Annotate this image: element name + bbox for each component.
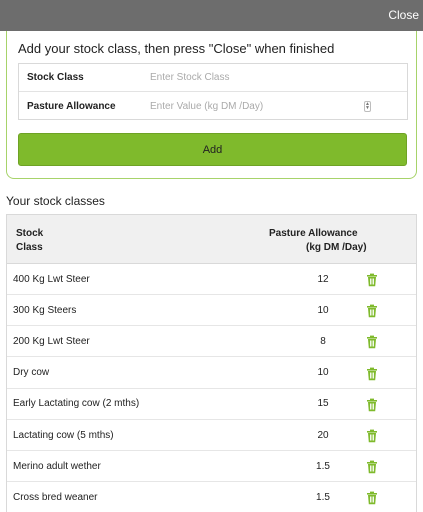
list-item: 200 Kg Lwt Steer 8: [7, 326, 416, 358]
allowance-input[interactable]: [150, 96, 364, 116]
trash-icon[interactable]: [365, 273, 379, 287]
stock-class-name: 400 Kg Lwt Steer: [13, 273, 90, 285]
allowance-label: Pasture Allowance: [27, 100, 116, 112]
header-stock-class-line1: Stock: [16, 228, 44, 239]
trash-icon[interactable]: [365, 335, 379, 349]
list-item: Lactating cow (5 mths) 20: [7, 420, 416, 451]
list-header: Stock Class Pasture Allowance (kg DM /Da…: [7, 215, 416, 264]
trash-icon[interactable]: [365, 304, 379, 318]
stock-class-name: Early Lactating cow (2 mths): [13, 398, 140, 410]
list-item: Cross bred weaner 1.5: [7, 482, 416, 512]
form-table: Stock Class Pasture Allowance ▲ ▼: [18, 63, 408, 120]
pasture-allowance-value: 8: [320, 335, 326, 347]
stock-class-row: Stock Class: [19, 64, 407, 92]
pasture-allowance-value: 15: [317, 398, 329, 410]
trash-icon[interactable]: [365, 491, 379, 505]
header-stock-class: Stock Class: [16, 227, 96, 255]
pasture-allowance-value: 20: [317, 429, 329, 441]
pasture-allowance-value: 12: [317, 273, 329, 285]
header-stock-class-line2: Class: [16, 242, 43, 253]
pasture-allowance-value: 1.5: [316, 491, 330, 503]
form-heading: Add your stock class, then press "Close"…: [18, 41, 335, 56]
stock-class-name: 300 Kg Steers: [13, 304, 77, 316]
stock-class-list: Stock Class Pasture Allowance (kg DM /Da…: [6, 214, 417, 512]
trash-icon[interactable]: [365, 367, 379, 381]
list-item: Early Lactating cow (2 mths) 15: [7, 389, 416, 420]
list-item: 300 Kg Steers 10: [7, 295, 416, 327]
trash-icon[interactable]: [365, 460, 379, 474]
pasture-allowance-value: 10: [317, 304, 329, 316]
trash-icon[interactable]: [365, 398, 379, 412]
spinner-down-icon[interactable]: ▼: [365, 106, 370, 111]
pasture-allowance-value: 10: [317, 367, 329, 379]
trash-icon[interactable]: [365, 429, 379, 443]
add-stock-class-panel: Add your stock class, then press "Close"…: [6, 31, 417, 179]
allowance-row: Pasture Allowance ▲ ▼: [19, 92, 407, 120]
list-item: Dry cow 10: [7, 358, 416, 389]
number-spinner[interactable]: ▲ ▼: [364, 100, 371, 112]
stock-class-input[interactable]: [150, 67, 407, 88]
section-title: Your stock classes: [6, 194, 105, 208]
header-pasture-allowance: Pasture Allowance (kg DM /Day): [269, 227, 369, 255]
header-allowance-line2: (kg DM /Day): [306, 242, 367, 253]
stock-class-name: Merino adult wether: [13, 460, 101, 472]
add-button[interactable]: Add: [18, 133, 407, 166]
pasture-allowance-value: 1.5: [316, 460, 330, 472]
header-allowance-line1: Pasture Allowance: [269, 228, 358, 239]
stock-class-name: Lactating cow (5 mths): [13, 429, 114, 441]
top-bar: Close: [0, 0, 423, 31]
close-button[interactable]: Close: [388, 8, 419, 22]
stock-class-name: Dry cow: [13, 367, 50, 379]
stock-class-label: Stock Class: [27, 72, 84, 83]
stock-class-name: Cross bred weaner: [13, 491, 98, 503]
list-item: Merino adult wether 1.5: [7, 451, 416, 483]
list-item: 400 Kg Lwt Steer 12: [7, 264, 416, 295]
stock-class-name: 200 Kg Lwt Steer: [13, 335, 90, 347]
